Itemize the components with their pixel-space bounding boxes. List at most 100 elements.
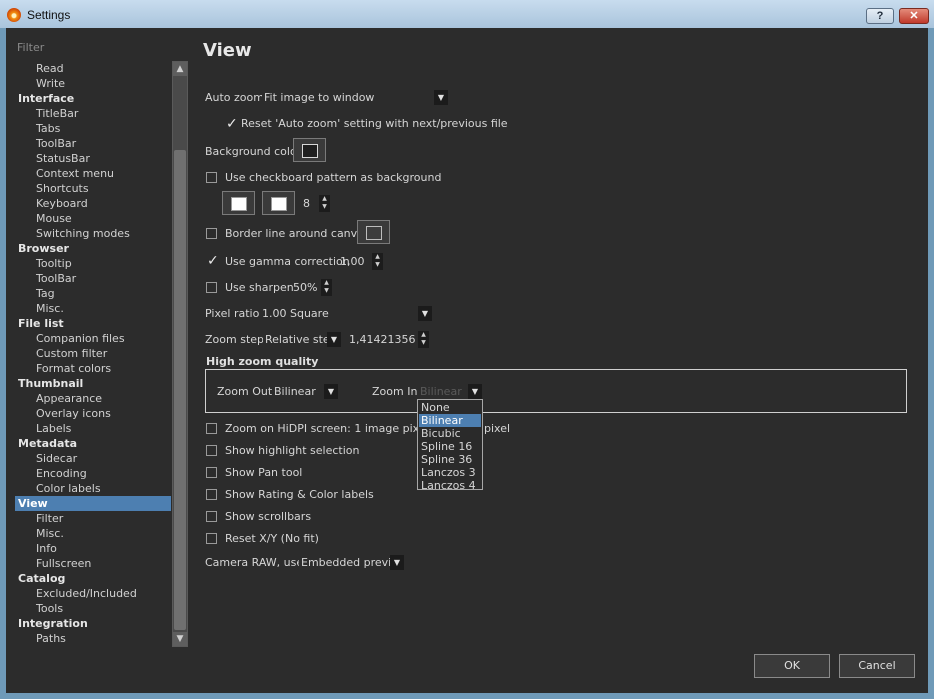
sidebar-item[interactable]: Excluded/Included xyxy=(15,586,171,601)
background-color-button[interactable] xyxy=(293,138,326,162)
gamma-checkbox[interactable]: ✓ xyxy=(206,254,219,268)
dropdown-option[interactable]: Bilinear xyxy=(419,414,481,427)
scrollbars-label: Show scrollbars xyxy=(225,510,312,523)
sidebar-item[interactable]: Color labels xyxy=(15,481,171,496)
sidebar-group[interactable]: File list xyxy=(15,316,171,331)
dropdown-option[interactable]: Lanczos 4 xyxy=(419,479,481,492)
pixel-ratio-select[interactable]: 1.00 Square ▼ xyxy=(260,305,434,322)
app-icon xyxy=(7,8,21,22)
sidebar-item[interactable]: Misc. xyxy=(15,301,171,316)
ok-button[interactable]: OK xyxy=(754,654,830,678)
sidebar-item[interactable]: Mouse xyxy=(15,211,171,226)
sidebar-item[interactable]: Tools xyxy=(15,601,171,616)
sidebar-item[interactable]: Misc. xyxy=(15,526,171,541)
checkboard-color1-button[interactable] xyxy=(222,191,255,215)
sidebar-item[interactable]: Tag xyxy=(15,286,171,301)
sidebar-item[interactable]: Switching modes xyxy=(15,226,171,241)
checkboard-size-spinner[interactable]: ▲ ▼ xyxy=(319,195,330,212)
zoom-step-spinner[interactable]: ▲ ▼ xyxy=(418,331,429,348)
checkboard-label: Use checkboard pattern as background xyxy=(225,171,442,184)
sidebar-item[interactable]: Context menu xyxy=(15,166,171,181)
sidebar-item[interactable]: TitleBar xyxy=(15,106,171,121)
window-title: Settings xyxy=(27,8,71,22)
checkboard-checkbox[interactable] xyxy=(206,172,217,183)
zoom-step-mode-select[interactable]: Relative ste ▼ xyxy=(263,331,343,348)
rating-labels-checkbox[interactable] xyxy=(206,489,217,500)
chevron-down-icon: ▼ xyxy=(434,90,448,105)
sidebar-item[interactable]: Appearance xyxy=(15,391,171,406)
sidebar-item[interactable]: Paths xyxy=(15,631,171,646)
sidebar-item[interactable]: Labels xyxy=(15,421,171,436)
gamma-value[interactable]: 1,00 xyxy=(340,255,365,268)
dropdown-option[interactable]: Bicubic xyxy=(419,427,481,440)
dropdown-option[interactable]: Spline 36 xyxy=(419,453,481,466)
sidebar-group[interactable]: Thumbnail xyxy=(15,376,171,391)
sidebar-item[interactable]: Filter xyxy=(15,511,171,526)
dropdown-option[interactable]: Lanczos 3 xyxy=(419,466,481,479)
scroll-down-arrow-icon[interactable]: ▼ xyxy=(173,632,187,646)
filter-input[interactable]: Filter xyxy=(17,41,44,54)
title-bar: Settings ? ✕ xyxy=(0,0,934,28)
sidebar-item[interactable]: Format colors xyxy=(15,361,171,376)
checkboard-color2-button[interactable] xyxy=(262,191,295,215)
sidebar-item[interactable]: Encoding xyxy=(15,466,171,481)
background-color-label: Background color xyxy=(205,145,302,158)
zoom-in-select[interactable]: Bilinear ▼ xyxy=(418,383,484,400)
checkboard-size-value[interactable]: 8 xyxy=(303,197,310,210)
auto-zoom-value: Fit image to window xyxy=(264,91,375,104)
cancel-button[interactable]: Cancel xyxy=(839,654,915,678)
sidebar-group[interactable]: Metadata xyxy=(15,436,171,451)
sidebar-item[interactable]: Companion files xyxy=(15,331,171,346)
sharpen-value[interactable]: 50% xyxy=(293,281,317,294)
sidebar-scrollbar[interactable]: ▲ ▼ xyxy=(172,61,188,647)
sidebar-item[interactable]: ToolBar xyxy=(15,136,171,151)
sidebar-item[interactable]: Keyboard xyxy=(15,196,171,211)
gamma-spinner[interactable]: ▲ ▼ xyxy=(372,253,383,270)
highlight-selection-checkbox[interactable] xyxy=(206,445,217,456)
help-button[interactable]: ? xyxy=(866,8,894,24)
pan-tool-label: Show Pan tool xyxy=(225,466,303,479)
sidebar-group[interactable]: Interface xyxy=(15,91,171,106)
reset-xy-checkbox[interactable] xyxy=(206,533,217,544)
sidebar-item[interactable]: Custom filter xyxy=(15,346,171,361)
sidebar-item[interactable]: Tabs xyxy=(15,121,171,136)
sidebar-item[interactable]: StatusBar xyxy=(15,151,171,166)
settings-tree: Read Write Interface TitleBar Tabs ToolBar Sta… xyxy=(15,61,171,647)
sidebar-item[interactable]: Shortcuts xyxy=(15,181,171,196)
zoom-step-value[interactable]: 1,41421356 xyxy=(349,333,415,346)
hidpi-checkbox[interactable] xyxy=(206,423,217,434)
sidebar-item[interactable]: Tooltip xyxy=(15,256,171,271)
scrollbars-checkbox[interactable] xyxy=(206,511,217,522)
high-zoom-quality-title: High zoom quality xyxy=(206,355,319,368)
sharpen-spinner[interactable]: ▲ ▼ xyxy=(321,279,332,296)
sidebar-group[interactable]: Integration xyxy=(15,616,171,631)
zoom-out-select[interactable]: Bilinear ▼ xyxy=(272,383,340,400)
sidebar-group[interactable]: View xyxy=(15,496,171,511)
scrollbar-thumb[interactable] xyxy=(174,150,186,630)
dropdown-option[interactable]: None xyxy=(419,401,481,414)
scroll-up-arrow-icon[interactable]: ▲ xyxy=(173,62,187,76)
reset-auto-zoom-checkbox[interactable]: ✓ xyxy=(225,117,238,131)
camera-raw-select[interactable]: Embedded previe ▼ xyxy=(299,554,406,571)
chevron-down-icon: ▼ xyxy=(418,306,432,321)
sharpen-checkbox[interactable] xyxy=(206,282,217,293)
close-button[interactable]: ✕ xyxy=(899,8,929,24)
auto-zoom-label: Auto zoom xyxy=(205,91,264,104)
border-color-button[interactable] xyxy=(357,220,390,244)
sidebar-group[interactable]: Browser xyxy=(15,241,171,256)
sidebar-item[interactable]: Fullscreen xyxy=(15,556,171,571)
sidebar-item[interactable]: Write xyxy=(15,76,171,91)
hidpi-label-tail: pixel xyxy=(484,422,511,435)
pan-tool-checkbox[interactable] xyxy=(206,467,217,478)
sidebar-item[interactable]: Sidecar xyxy=(15,451,171,466)
sidebar-item[interactable]: Overlay icons xyxy=(15,406,171,421)
sidebar-item[interactable]: ToolBar xyxy=(15,271,171,286)
sidebar-item[interactable]: Read xyxy=(15,61,171,76)
camera-raw-value: Embedded previe xyxy=(301,556,398,569)
sidebar-group[interactable]: Catalog xyxy=(15,571,171,586)
rating-labels-label: Show Rating & Color labels xyxy=(225,488,374,501)
dropdown-option[interactable]: Spline 16 xyxy=(419,440,481,453)
border-line-checkbox[interactable] xyxy=(206,228,217,239)
auto-zoom-select[interactable]: Fit image to window ▼ xyxy=(262,89,450,106)
sidebar-item[interactable]: Info xyxy=(15,541,171,556)
